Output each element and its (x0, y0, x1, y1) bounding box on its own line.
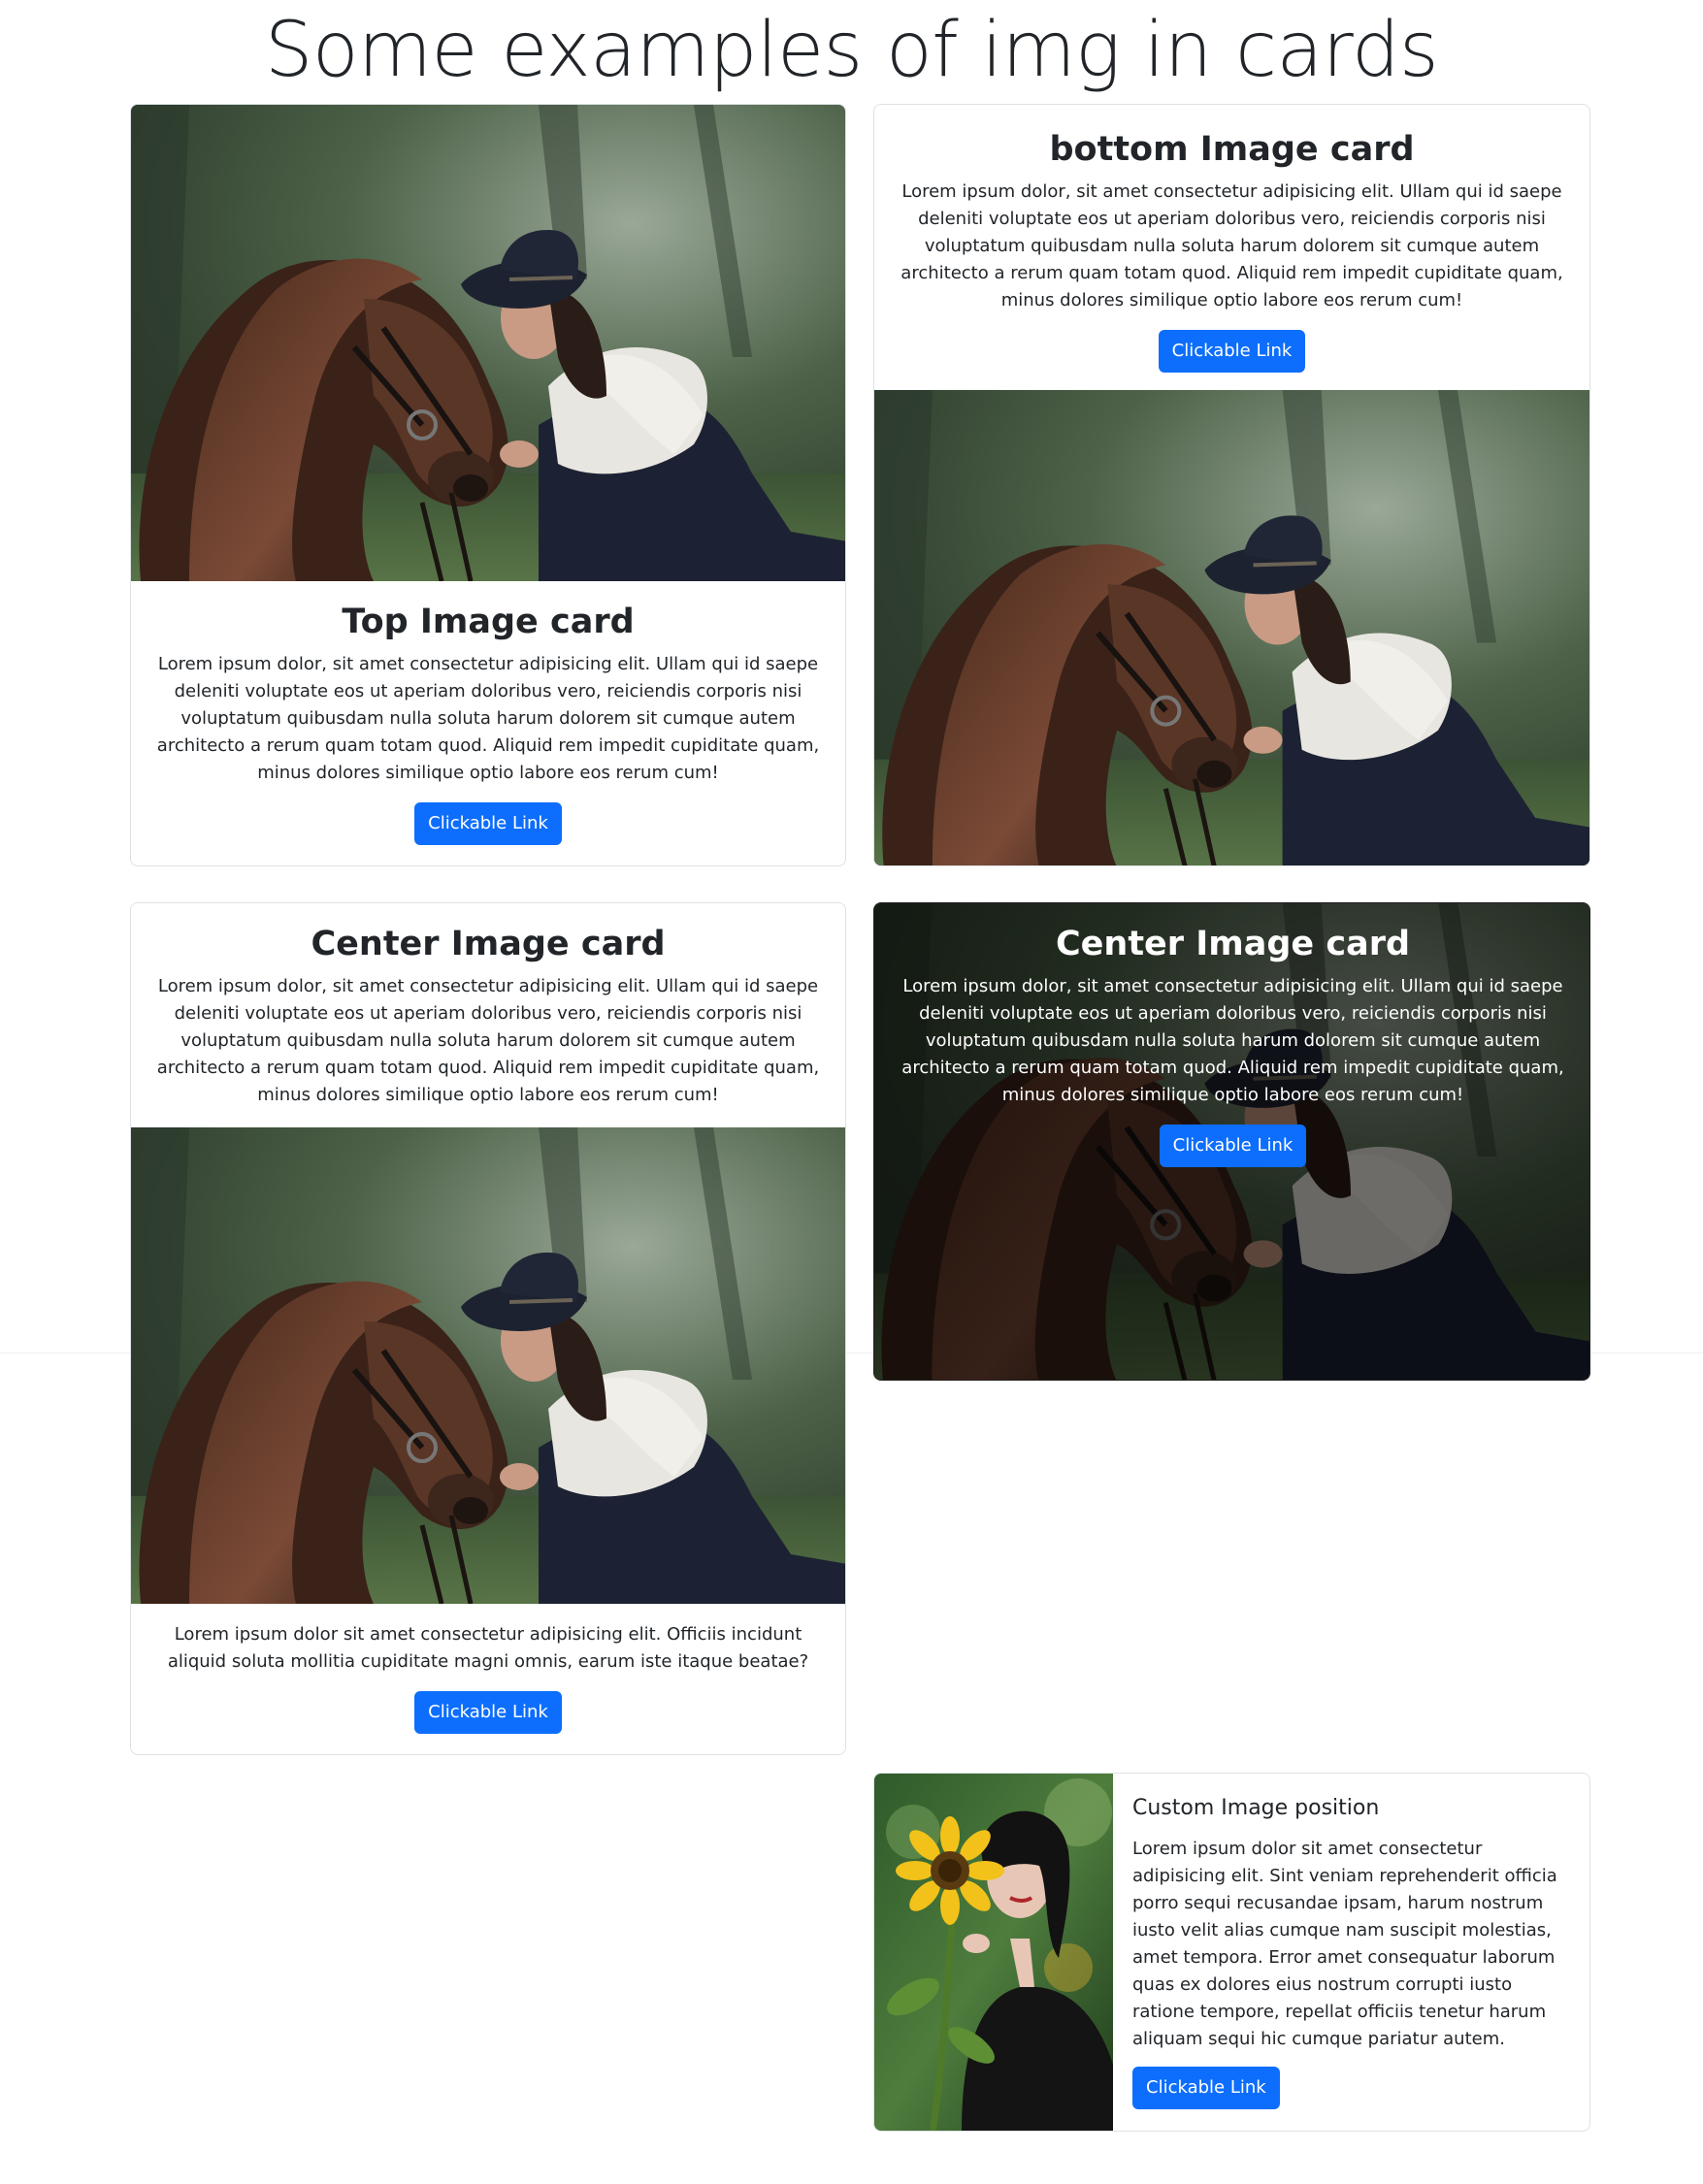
horse-photo (131, 1127, 846, 1604)
overlay-image-card: Center Image card Lorem ipsum dolor, sit… (873, 902, 1590, 1381)
clickable-link-button[interactable]: Clickable Link (1158, 330, 1306, 373)
card-body: Center Image card Lorem ipsum dolor, sit… (874, 919, 1589, 1167)
top-image-card: Top Image card Lorem ipsum dolor, sit am… (130, 104, 846, 866)
clickable-link-button[interactable]: Clickable Link (414, 1691, 562, 1734)
card-bottom-text: Lorem ipsum dolor sit amet consectetur a… (167, 1624, 809, 1672)
bottom-image-card: bottom Image card Lorem ipsum dolor, sit… (873, 104, 1590, 866)
card-body: bottom Image card Lorem ipsum dolor, sit… (874, 105, 1589, 390)
clickable-link-button[interactable]: Clickable Link (414, 802, 562, 845)
card-body-top: Center Image card Lorem ipsum dolor, sit… (131, 903, 845, 1127)
card-title: Custom Image position (1132, 1796, 1380, 1820)
card-text: Lorem ipsum dolor sit amet consectetur a… (1132, 1839, 1557, 2049)
card-text: Lorem ipsum dolor, sit amet consectetur … (901, 976, 1564, 1105)
card-title: bottom Image card (1049, 130, 1415, 169)
clickable-link-button[interactable]: Clickable Link (1159, 1125, 1307, 1167)
page-title: Some examples of img in cards (264, 7, 1439, 94)
sunflower-portrait-photo (874, 1774, 1113, 2132)
card-text: Lorem ipsum dolor, sit amet consectetur … (156, 976, 820, 1105)
horse-photo (131, 105, 846, 581)
custom-image-position-card: Custom Image position Lorem ipsum dolor … (873, 1773, 1590, 2132)
card-text: Lorem ipsum dolor, sit amet consectetur … (901, 181, 1563, 310)
card-body-bottom: Lorem ipsum dolor sit amet consectetur a… (131, 1604, 845, 1734)
horse-photo (874, 390, 1590, 866)
card-body: Top Image card Lorem ipsum dolor, sit am… (131, 581, 845, 845)
card-body: Custom Image position Lorem ipsum dolor … (1132, 1789, 1574, 2109)
card-title: Center Image card (1055, 925, 1411, 963)
card-text: Lorem ipsum dolor, sit amet consectetur … (156, 654, 820, 783)
card-title: Center Image card (311, 925, 666, 963)
center-image-card: Center Image card Lorem ipsum dolor, sit… (130, 902, 846, 1755)
card-title: Top Image card (342, 603, 635, 641)
clickable-link-button[interactable]: Clickable Link (1132, 2067, 1280, 2109)
